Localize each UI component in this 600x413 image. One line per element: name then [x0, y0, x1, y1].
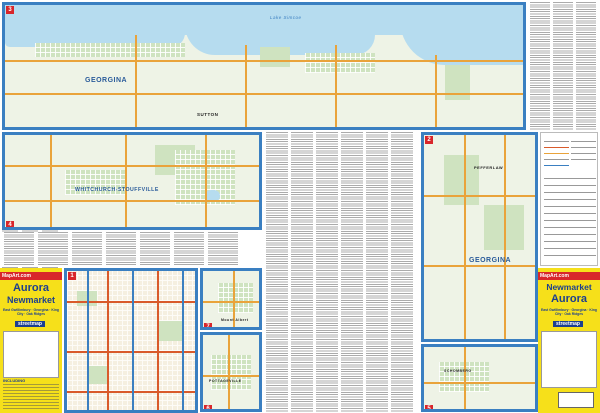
- cover-left-brand: MapArt.com: [0, 272, 62, 280]
- cover-left-title-1: Aurora: [12, 282, 50, 294]
- panel-mount-albert-title: Mount Albert: [221, 318, 249, 322]
- index-middle: [264, 132, 419, 412]
- panel-whitchurch: WHITCHURCH-STOUFFVILLE 4: [2, 132, 262, 230]
- panel-newmarket-number: 1: [68, 272, 76, 280]
- panel-mount-albert-number: 7: [204, 323, 212, 327]
- panel-newmarket: 1: [64, 268, 198, 413]
- panel-georgina-north-title: GEORGINA: [85, 77, 128, 84]
- cover-left-town-list: [3, 384, 59, 410]
- panel-whitchurch-title: WHITCHURCH-STOUFFVILLE: [75, 187, 159, 193]
- cover-right-mini-map: [541, 331, 597, 388]
- panel-georgina-north: GEORGINA SUTTON Lake Simcoe 3: [2, 2, 526, 130]
- cover-right-brand: MapArt.com: [538, 272, 600, 280]
- legend: [540, 132, 598, 266]
- panel-pottageville: POTTAGEVILLE 6: [200, 332, 262, 412]
- panel-georgina-east-town: PEFFERLAW: [474, 165, 504, 170]
- cover-right-barcode: [558, 392, 594, 408]
- cover-right: MapArt.com Newmarket Aurora East Gwillim…: [538, 268, 600, 413]
- panel-pottageville-number: 6: [204, 405, 212, 409]
- panel-schomberg-number: 5: [425, 405, 433, 409]
- cover-left-mini-map: [3, 331, 59, 378]
- cover-left-subtitle: East Gwillimbury · Georgina · King City …: [3, 308, 59, 316]
- panel-schomberg: SCHOMBERG 5: [421, 344, 538, 412]
- panel-georgina-north-town-sutton: SUTTON: [197, 112, 219, 117]
- panel-georgina-east-title: GEORGINA: [469, 257, 512, 264]
- cover-left-product: streetmap: [15, 321, 45, 327]
- cover-left: MapArt.com Aurora Newmarket East Gwillim…: [0, 268, 62, 413]
- index-top-right: [528, 2, 598, 130]
- cover-right-product: streetmap: [553, 321, 583, 327]
- panel-mount-albert: Mount Albert 7: [200, 268, 262, 330]
- panel-pottageville-title: POTTAGEVILLE: [209, 379, 242, 383]
- map-sheet: MapArt.com Aurora Newmarket East Gwillim…: [0, 0, 600, 413]
- index-lower-left: [2, 232, 262, 266]
- cover-left-including: INCLUDING: [3, 378, 26, 383]
- panel-schomberg-title: SCHOMBERG: [444, 369, 472, 373]
- panel-georgina-east: GEORGINA PEFFERLAW 2: [421, 132, 538, 342]
- cover-left-title-2: Newmarket: [6, 295, 56, 305]
- panel-georgina-east-number: 2: [425, 136, 433, 144]
- panel-georgina-north-number: 3: [6, 6, 14, 14]
- panel-whitchurch-number: 4: [6, 221, 14, 227]
- panel-georgina-north-water: Lake Simcoe: [270, 15, 302, 20]
- cover-right-subtitle: East Gwillimbury · Georgina · King City …: [541, 308, 597, 316]
- cover-right-title-1: Newmarket: [546, 282, 592, 292]
- cover-right-title-2: Aurora: [550, 293, 588, 305]
